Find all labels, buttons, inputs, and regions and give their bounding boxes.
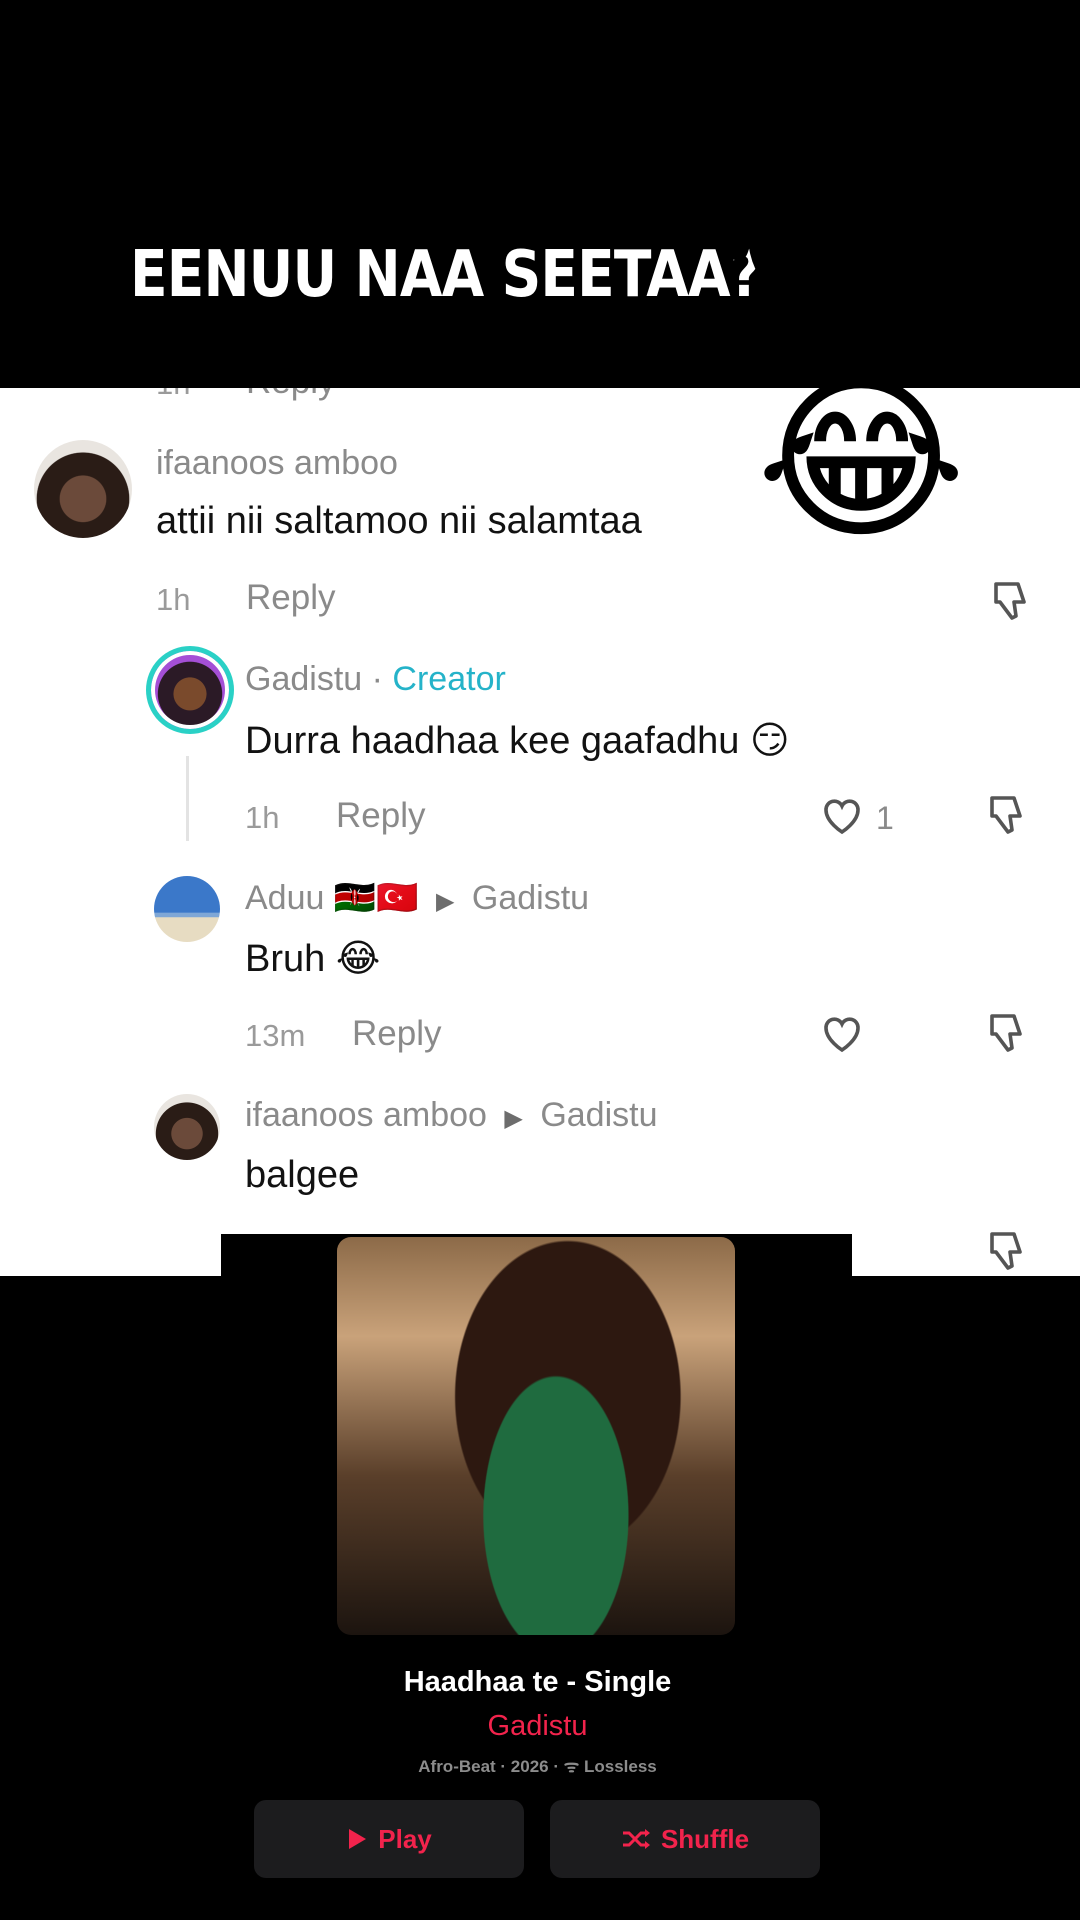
play-button[interactable]: Play — [254, 1800, 524, 1878]
comment-username[interactable]: ifaanoos amboo — [156, 444, 398, 483]
play-label: Play — [378, 1823, 432, 1854]
heart-icon[interactable] — [818, 792, 866, 840]
thread-line — [186, 756, 189, 841]
reply-username[interactable]: Aduu 🇰🇪🇹🇷 — [245, 879, 419, 917]
avatar[interactable] — [154, 876, 220, 942]
dislike-icon[interactable] — [988, 578, 1036, 626]
like-count: 1 — [876, 800, 894, 836]
reply-button-cutoff[interactable]: Reply — [246, 388, 335, 402]
reply-target[interactable]: Gadistu — [472, 879, 589, 917]
comment-text: Durra haadhaa kee gaafadhu 😏 — [245, 720, 790, 762]
shuffle-button[interactable]: Shuffle — [550, 1800, 820, 1878]
reply-arrow-icon: ▶ — [435, 888, 455, 915]
comment-time: 13m — [245, 1018, 306, 1053]
creator-avatar[interactable] — [146, 646, 234, 734]
comment-text: balgee — [245, 1154, 360, 1196]
reply-button[interactable]: Reply — [336, 796, 425, 836]
creator-username[interactable]: Gadistu — [245, 660, 362, 698]
reply-target[interactable]: Gadistu — [540, 1096, 657, 1134]
reply-username[interactable]: ifaanoos amboo — [245, 1096, 487, 1134]
comment-time: 1h — [245, 800, 280, 835]
separator-dot: · — [371, 660, 393, 698]
dislike-icon[interactable] — [984, 1228, 1032, 1276]
album-artwork[interactable] — [337, 1237, 735, 1635]
heart-icon[interactable] — [818, 1010, 866, 1058]
comment-text: Bruh 😂 — [245, 938, 381, 980]
album-artist[interactable]: Gadistu — [0, 1710, 1075, 1743]
comment-time: 1h — [156, 582, 191, 617]
album-title: Haadhaa te - Single — [403, 1666, 672, 1698]
laughing-emoji-icon: 😂 — [756, 355, 967, 564]
play-icon — [349, 1829, 367, 1849]
avatar[interactable] — [154, 1094, 220, 1160]
reply-button[interactable]: Reply — [352, 1014, 441, 1054]
comment-username[interactable]: Gadistu · Creator — [245, 660, 506, 699]
video-headline: EENUU NAA SEETAA? — [130, 238, 762, 312]
comment-username[interactable]: ifaanoos amboo ▶ Gadistu — [245, 1096, 658, 1135]
avatar[interactable] — [34, 440, 132, 538]
reply-button[interactable]: Reply — [246, 578, 335, 618]
album-meta: Afro-Beat · 2026 · ᯤ Lossless — [418, 1757, 657, 1776]
reply-arrow-icon: ▶ — [504, 1105, 523, 1132]
creator-badge: Creator — [392, 660, 506, 698]
dislike-icon[interactable] — [984, 1010, 1032, 1058]
comment-username[interactable]: Aduu 🇰🇪🇹🇷 ▶ Gadistu — [245, 878, 589, 918]
shuffle-label: Shuffle — [660, 1823, 750, 1854]
laughing-emoji-icon: 😂 — [722, 135, 933, 344]
comment-text: attii nii saltamoo nii salamtaa — [156, 500, 642, 542]
comment-time-cutoff: 1h — [156, 388, 190, 402]
dislike-icon[interactable] — [984, 792, 1032, 840]
shuffle-icon — [622, 1829, 650, 1849]
